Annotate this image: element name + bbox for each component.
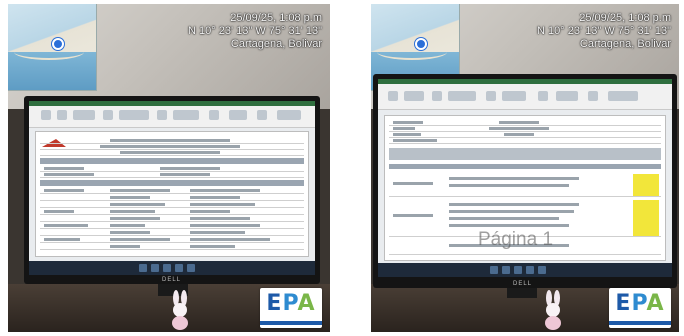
ribbon-button <box>157 110 167 120</box>
table-row <box>40 188 304 194</box>
monitor: DELL <box>24 96 320 284</box>
epa-logo-text: EPA <box>266 291 316 316</box>
highlighted-cell <box>633 174 659 196</box>
taskbar-icon <box>163 264 171 272</box>
table-row <box>40 230 304 236</box>
taskbar-icon <box>139 264 147 272</box>
timestamp-date: 25/09/25, 1:08 p.m <box>579 12 671 24</box>
table-row <box>40 244 304 250</box>
ribbon-button <box>404 91 424 101</box>
monitor-screen: Página 1 <box>378 79 672 277</box>
timestamp-place: Cartagena, Bolivar <box>579 38 671 50</box>
location-pin-icon <box>415 38 427 50</box>
ribbon-button <box>486 91 496 101</box>
spreadsheet-document <box>35 131 309 257</box>
map-coastline <box>377 44 447 60</box>
taskbar-icon <box>151 264 159 272</box>
epa-logo-text: EPA <box>615 291 665 316</box>
taskbar-icon <box>538 266 546 274</box>
ribbon-button <box>448 91 476 101</box>
ribbon-button <box>119 110 149 120</box>
spreadsheet-ribbon <box>378 79 672 110</box>
photo-right: 25/09/25, 1:08 p.m N 10° 23' 13" W 75° 3… <box>371 4 679 332</box>
ribbon-button <box>257 110 267 120</box>
gps-timestamp: 25/09/25, 1:08 p.m N 10° 23' 13" W 75° 3… <box>537 12 671 51</box>
timestamp-coordinates: N 10° 23' 13" W 75° 31' 13" <box>537 25 671 37</box>
table-header-band <box>389 164 661 169</box>
epa-logo: EPA <box>609 288 671 328</box>
table-row <box>40 195 304 201</box>
table-row <box>389 138 661 144</box>
table-header-band <box>389 148 661 160</box>
monitor-screen <box>29 101 315 275</box>
taskbar-icon <box>526 266 534 274</box>
ribbon-button <box>41 110 51 120</box>
ribbon-button <box>432 91 442 101</box>
table-header-band <box>40 180 304 186</box>
windows-taskbar <box>29 261 315 275</box>
ribbon-button <box>73 110 95 120</box>
table-row <box>40 172 304 178</box>
epa-logo-bar <box>609 321 671 325</box>
table-row <box>40 216 304 222</box>
taskbar-icon <box>502 266 510 274</box>
epa-logo: EPA <box>260 288 322 328</box>
ribbon-button <box>556 91 578 101</box>
ribbon-button <box>388 91 398 101</box>
monitor-stand <box>507 288 537 298</box>
table-row <box>40 202 304 208</box>
ribbon-button <box>57 110 67 120</box>
spreadsheet-ribbon <box>29 101 315 128</box>
timestamp-date: 25/09/25, 1:08 p.m <box>230 12 322 24</box>
taskbar-icon <box>187 264 195 272</box>
windows-taskbar <box>378 263 672 277</box>
location-map-thumbnail <box>8 4 97 91</box>
table-row <box>40 150 304 156</box>
table-row <box>40 223 304 229</box>
highlighted-cell <box>633 200 659 236</box>
taskbar-icon <box>175 264 183 272</box>
location-pin-icon <box>52 38 64 50</box>
ribbon-button <box>173 110 199 120</box>
table-row <box>40 237 304 243</box>
ribbon-button <box>588 91 598 101</box>
monitor-brand: DELL <box>162 277 182 283</box>
table-header-band <box>40 158 304 164</box>
page-watermark: Página 1 <box>478 229 554 250</box>
ribbon-button <box>229 110 247 120</box>
taskbar-icon <box>490 266 498 274</box>
ribbon-button <box>538 91 548 101</box>
ribbon-button <box>277 110 301 120</box>
monitor-brand: DELL <box>513 281 533 287</box>
map-coastline <box>14 44 84 60</box>
timestamp-coordinates: N 10° 23' 13" W 75° 31' 13" <box>188 25 322 37</box>
photo-left: 25/09/25, 1:08 p.m N 10° 23' 13" W 75° 3… <box>8 4 330 332</box>
gps-timestamp: 25/09/25, 1:08 p.m N 10° 23' 13" W 75° 3… <box>188 12 322 51</box>
taskbar-icon <box>514 266 522 274</box>
epa-logo-bar <box>260 321 322 325</box>
ribbon-button <box>209 110 219 120</box>
table-row <box>40 209 304 215</box>
timestamp-place: Cartagena, Bolivar <box>230 38 322 50</box>
ribbon-button <box>103 110 113 120</box>
table-row <box>389 174 661 197</box>
ribbon-button <box>502 91 526 101</box>
ribbon-button <box>608 91 638 101</box>
monitor: Página 1 DELL <box>373 74 677 288</box>
bunny-figurine-icon <box>545 290 561 330</box>
bunny-figurine-icon <box>172 290 188 330</box>
